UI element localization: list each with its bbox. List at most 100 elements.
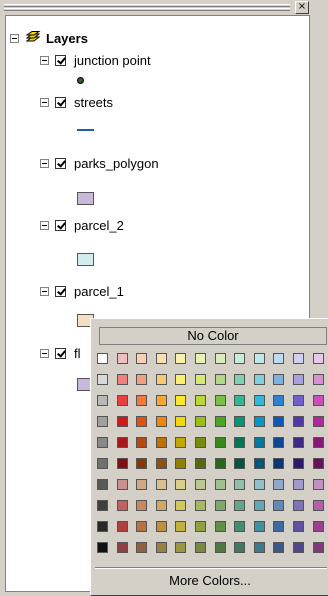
color-swatch[interactable] bbox=[313, 500, 324, 511]
collapse-icon[interactable] bbox=[40, 158, 49, 168]
color-swatch[interactable] bbox=[215, 395, 226, 406]
color-swatch[interactable] bbox=[273, 500, 284, 511]
collapse-icon[interactable] bbox=[40, 348, 49, 358]
color-swatch[interactable] bbox=[156, 500, 167, 511]
color-swatch[interactable] bbox=[215, 416, 226, 427]
color-swatch[interactable] bbox=[117, 542, 128, 553]
color-swatch[interactable] bbox=[97, 479, 108, 490]
color-swatch[interactable] bbox=[313, 416, 324, 427]
color-swatch[interactable] bbox=[175, 353, 186, 364]
color-swatch[interactable] bbox=[117, 395, 128, 406]
color-swatch[interactable] bbox=[254, 500, 265, 511]
color-swatch[interactable] bbox=[156, 374, 167, 385]
color-swatch[interactable] bbox=[234, 437, 245, 448]
color-swatch[interactable] bbox=[175, 395, 186, 406]
color-swatch[interactable] bbox=[293, 395, 304, 406]
drag-grip-2[interactable] bbox=[4, 8, 290, 11]
color-swatch[interactable] bbox=[97, 374, 108, 385]
color-swatch[interactable] bbox=[136, 374, 147, 385]
line-symbol[interactable] bbox=[77, 129, 94, 131]
color-swatch[interactable] bbox=[136, 458, 147, 469]
color-swatch[interactable] bbox=[97, 437, 108, 448]
color-swatch[interactable] bbox=[215, 521, 226, 532]
color-swatch[interactable] bbox=[175, 416, 186, 427]
layer-visibility-checkbox[interactable] bbox=[55, 157, 66, 169]
color-swatch[interactable] bbox=[195, 416, 206, 427]
color-swatch[interactable] bbox=[234, 542, 245, 553]
color-swatch[interactable] bbox=[215, 479, 226, 490]
color-swatch[interactable] bbox=[273, 458, 284, 469]
color-swatch[interactable] bbox=[313, 542, 324, 553]
collapse-icon[interactable] bbox=[40, 97, 49, 107]
color-swatch[interactable] bbox=[234, 395, 245, 406]
color-swatch[interactable] bbox=[136, 542, 147, 553]
color-swatch[interactable] bbox=[136, 500, 147, 511]
color-swatch[interactable] bbox=[195, 542, 206, 553]
color-swatch[interactable] bbox=[273, 437, 284, 448]
toc-root[interactable]: Layers bbox=[10, 29, 88, 47]
collapse-icon[interactable] bbox=[10, 33, 19, 43]
color-swatch[interactable] bbox=[293, 542, 304, 553]
color-swatch[interactable] bbox=[273, 395, 284, 406]
color-swatch[interactable] bbox=[215, 458, 226, 469]
layer-row-parcel-1[interactable]: parcel_1 bbox=[40, 282, 124, 300]
color-swatch[interactable] bbox=[293, 416, 304, 427]
color-swatch[interactable] bbox=[215, 374, 226, 385]
color-swatch[interactable] bbox=[293, 374, 304, 385]
color-swatch[interactable] bbox=[175, 458, 186, 469]
color-swatch[interactable] bbox=[117, 479, 128, 490]
color-swatch[interactable] bbox=[293, 479, 304, 490]
fill-symbol[interactable] bbox=[77, 253, 94, 266]
color-swatch[interactable] bbox=[273, 542, 284, 553]
color-swatch[interactable] bbox=[136, 479, 147, 490]
layer-row-streets[interactable]: streets bbox=[40, 93, 113, 111]
color-swatch[interactable] bbox=[293, 458, 304, 469]
color-swatch[interactable] bbox=[254, 374, 265, 385]
color-swatch[interactable] bbox=[156, 521, 167, 532]
color-swatch[interactable] bbox=[254, 479, 265, 490]
color-swatch[interactable] bbox=[254, 416, 265, 427]
color-swatch[interactable] bbox=[293, 437, 304, 448]
color-swatch[interactable] bbox=[97, 458, 108, 469]
color-swatch[interactable] bbox=[136, 521, 147, 532]
color-swatch[interactable] bbox=[117, 416, 128, 427]
color-swatch[interactable] bbox=[117, 437, 128, 448]
color-swatch[interactable] bbox=[273, 521, 284, 532]
color-swatch[interactable] bbox=[254, 542, 265, 553]
layer-row-parcel-2[interactable]: parcel_2 bbox=[40, 216, 124, 234]
color-swatch[interactable] bbox=[313, 437, 324, 448]
color-swatch[interactable] bbox=[117, 458, 128, 469]
layer-visibility-checkbox[interactable] bbox=[55, 219, 66, 231]
color-swatch[interactable] bbox=[195, 500, 206, 511]
layer-row-junction-point[interactable]: junction point bbox=[40, 51, 151, 69]
color-swatch[interactable] bbox=[254, 437, 265, 448]
color-swatch[interactable] bbox=[234, 416, 245, 427]
color-swatch[interactable] bbox=[273, 353, 284, 364]
color-swatch[interactable] bbox=[293, 353, 304, 364]
fill-symbol[interactable] bbox=[77, 192, 94, 205]
close-button[interactable]: × bbox=[295, 1, 309, 14]
color-swatch[interactable] bbox=[97, 542, 108, 553]
color-swatch[interactable] bbox=[313, 395, 324, 406]
color-swatch[interactable] bbox=[156, 395, 167, 406]
color-swatch[interactable] bbox=[234, 479, 245, 490]
collapse-icon[interactable] bbox=[40, 220, 49, 230]
color-swatch[interactable] bbox=[195, 353, 206, 364]
color-swatch[interactable] bbox=[175, 500, 186, 511]
point-symbol[interactable] bbox=[77, 77, 84, 84]
color-swatch[interactable] bbox=[136, 416, 147, 427]
color-swatch[interactable] bbox=[313, 458, 324, 469]
layer-visibility-checkbox[interactable] bbox=[55, 347, 66, 359]
layer-visibility-checkbox[interactable] bbox=[55, 285, 66, 297]
color-swatch[interactable] bbox=[156, 542, 167, 553]
color-swatch[interactable] bbox=[313, 479, 324, 490]
color-swatch[interactable] bbox=[175, 521, 186, 532]
color-swatch[interactable] bbox=[273, 479, 284, 490]
color-swatch[interactable] bbox=[136, 395, 147, 406]
color-swatch[interactable] bbox=[234, 521, 245, 532]
color-swatch[interactable] bbox=[175, 479, 186, 490]
color-swatch[interactable] bbox=[195, 521, 206, 532]
color-swatch[interactable] bbox=[117, 500, 128, 511]
layer-visibility-checkbox[interactable] bbox=[55, 96, 66, 108]
layer-row-parks-polygon[interactable]: parks_polygon bbox=[40, 154, 159, 172]
